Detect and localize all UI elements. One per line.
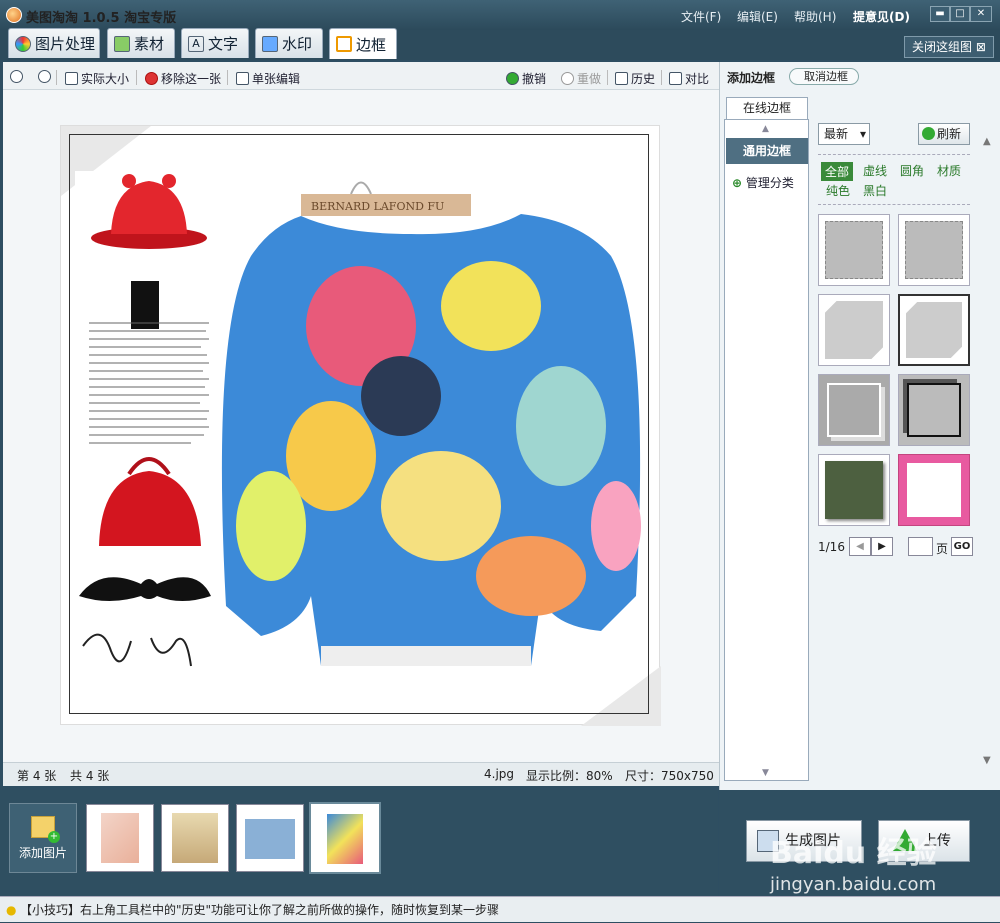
divider	[818, 204, 970, 205]
menu-edit[interactable]: 编辑(E)	[737, 8, 778, 25]
scroll-up-icon[interactable]: ▲	[762, 124, 769, 134]
prev-page-icon[interactable]: ◀	[849, 537, 871, 556]
scroll-down-icon[interactable]: ▼	[762, 768, 769, 778]
next-page-icon[interactable]: ▶	[871, 537, 893, 556]
display-ratio: 显示比例：80%	[526, 769, 613, 783]
palette-icon	[15, 35, 31, 52]
filter-bw[interactable]: 黑白	[863, 182, 887, 199]
file-name: 4.jpg	[484, 767, 515, 781]
redo-icon	[561, 72, 574, 85]
add-icon: ⊕	[732, 176, 743, 190]
edit-icon	[236, 72, 249, 85]
undo-icon	[506, 72, 519, 85]
menu-file[interactable]: 文件(F)	[681, 8, 721, 25]
film-thumb-selected[interactable]	[309, 802, 381, 874]
category-list	[724, 119, 809, 781]
current-index: 第 4 张	[17, 769, 57, 783]
manage-category-button[interactable]: ⊕ 管理分类	[732, 174, 794, 191]
sort-select[interactable]: 最新 ▾	[818, 123, 870, 145]
frame-thumb[interactable]	[898, 374, 970, 446]
menu-feedback[interactable]: 提意见(D)	[853, 8, 910, 25]
lightbulb-icon: ●	[6, 903, 17, 917]
frame-thumb[interactable]	[818, 454, 890, 526]
actual-size-button[interactable]: 实际大小	[65, 70, 129, 87]
redo-button[interactable]: 重做	[561, 70, 601, 87]
filter-solid[interactable]: 纯色	[826, 182, 850, 199]
add-image-button[interactable]: + 添加图片	[9, 803, 77, 873]
remove-this-button[interactable]: 移除这一张	[145, 70, 221, 87]
separator	[607, 70, 608, 85]
material-icon	[114, 35, 130, 52]
film-thumb[interactable]	[161, 804, 229, 872]
single-edit-button[interactable]: 单张编辑	[236, 70, 300, 87]
total-count: 共 4 张	[70, 769, 110, 783]
frame-thumb[interactable]	[818, 214, 890, 286]
add-image-icon: +	[31, 816, 60, 843]
zoom-in-icon[interactable]	[10, 70, 26, 83]
page-suffix: 页	[936, 542, 949, 556]
filter-rounded[interactable]: 圆角	[900, 162, 924, 179]
refresh-icon	[922, 127, 935, 140]
frame-thumb[interactable]	[818, 294, 890, 366]
frame-border-line	[69, 134, 649, 714]
maximize-icon[interactable]: □	[950, 6, 970, 22]
film-thumb[interactable]	[236, 804, 304, 872]
image-size: 尺寸：750x750	[625, 769, 714, 783]
panel-scroll-down-icon[interactable]: ▼	[983, 755, 991, 766]
actual-size-icon	[65, 72, 78, 85]
refresh-button[interactable]: 刷新	[918, 123, 970, 145]
go-page-button[interactable]: GO	[951, 537, 973, 556]
history-button[interactable]: 历史	[615, 70, 655, 87]
remove-icon	[145, 72, 158, 85]
separator	[661, 70, 662, 85]
baidu-url: jingyan.baidu.com	[770, 874, 937, 895]
cancel-frame-button[interactable]: 取消边框	[789, 68, 859, 85]
separator	[227, 70, 228, 85]
separator	[56, 70, 57, 85]
tab-text[interactable]: A 文字	[181, 28, 249, 58]
frame-icon	[336, 36, 352, 52]
app-logo-icon	[6, 7, 22, 23]
tab-online-frames[interactable]: 在线边框	[726, 97, 808, 119]
app-title: 美图淘淘 1.0.5 淘宝专版	[26, 11, 177, 26]
menu-help[interactable]: 帮助(H)	[794, 8, 836, 25]
compare-button[interactable]: 对比	[669, 70, 709, 87]
category-general[interactable]: 通用边框	[726, 138, 808, 164]
page-indicator: 1/16	[818, 540, 845, 554]
filter-texture[interactable]: 材质	[937, 162, 961, 179]
tab-material[interactable]: 素材	[107, 28, 175, 58]
panel-title: 添加边框	[727, 71, 776, 85]
film-thumb[interactable]	[86, 804, 154, 872]
separator	[136, 70, 137, 85]
close-icon[interactable]: ✕	[970, 6, 992, 22]
undo-button[interactable]: 撤销	[506, 70, 546, 87]
frame-thumb[interactable]	[898, 454, 970, 526]
page-input[interactable]	[908, 537, 933, 556]
divider	[818, 154, 970, 155]
filter-dashed[interactable]: 虚线	[863, 162, 887, 179]
baidu-watermark: Baidu 经验	[770, 836, 937, 871]
frame-thumb-selected[interactable]	[898, 294, 970, 366]
close-group-button[interactable]: 关闭这组图 ⊠	[904, 36, 994, 58]
minimize-icon[interactable]: ▬	[930, 6, 950, 22]
history-icon	[615, 72, 628, 85]
compare-icon	[669, 72, 682, 85]
chevron-down-icon: ▾	[859, 127, 866, 141]
tab-watermark[interactable]: 水印	[255, 28, 323, 58]
frame-thumb[interactable]	[818, 374, 890, 446]
frame-thumb[interactable]	[898, 214, 970, 286]
tip-bar: ● 【小技巧】右上角工具栏中的"历史"功能可让你了解之前所做的操作，随时恢复到某一…	[0, 896, 1000, 922]
text-icon: A	[188, 35, 204, 52]
tab-image-process[interactable]: 图片处理	[8, 28, 100, 58]
watermark-icon	[262, 35, 278, 52]
panel-scroll-up-icon[interactable]: ▲	[983, 136, 991, 147]
pager: 1/16	[818, 540, 845, 554]
filter-all[interactable]: 全部	[821, 162, 854, 181]
zoom-out-icon[interactable]	[38, 70, 54, 83]
tab-frame[interactable]: 边框	[329, 28, 397, 59]
